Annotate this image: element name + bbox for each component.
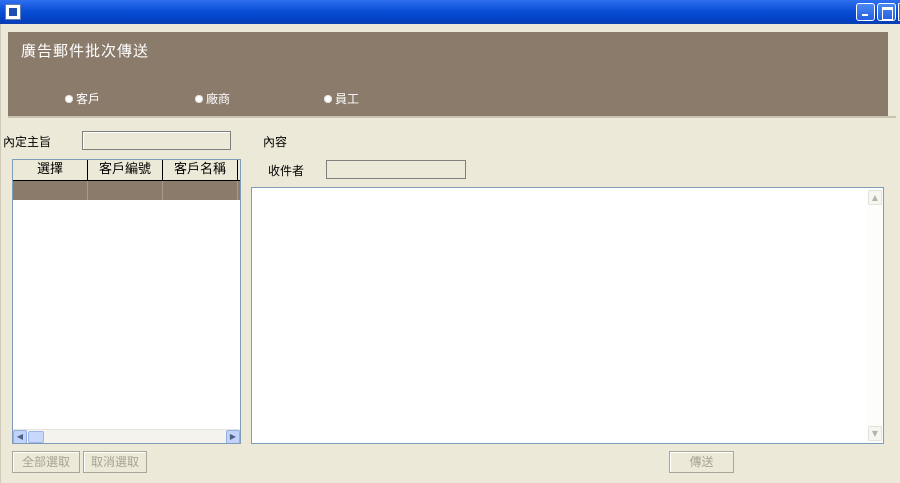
radio-vendor[interactable]: 廠商 (195, 90, 230, 107)
content-textarea[interactable] (251, 187, 884, 444)
cancel-selection-button[interactable]: 取消選取 (83, 451, 147, 473)
recipient-label: 收件者 (268, 164, 305, 178)
radio-customer[interactable]: 客戶 (65, 90, 100, 107)
table-row[interactable] (13, 181, 240, 200)
window-title-bar (0, 0, 900, 24)
page-title: 廣告郵件批次傳送 (21, 42, 150, 60)
radio-dot-icon[interactable] (195, 94, 203, 103)
customer-grid[interactable]: 選擇 客戶編號 客戶名稱 ◀ ▶ (12, 159, 241, 444)
radio-dot-icon[interactable] (324, 94, 332, 103)
table-cell[interactable] (13, 181, 88, 200)
content-label: 內容 (263, 135, 288, 149)
scrollbar-track[interactable]: ▲ ▼ (867, 188, 883, 443)
column-header-select[interactable]: 選擇 (13, 160, 88, 180)
radio-vendor-label: 廠商 (206, 92, 231, 106)
app-window-icon[interactable] (5, 4, 21, 20)
divider (8, 116, 896, 118)
scrollbar-thumb[interactable] (28, 431, 44, 443)
radio-employee[interactable]: 員工 (324, 90, 359, 107)
scroll-right-icon[interactable]: ▶ (226, 430, 240, 443)
send-button[interactable]: 傳送 (669, 451, 734, 473)
column-header-customer-name[interactable]: 客戶名稱 (163, 160, 238, 180)
subject-input[interactable] (82, 131, 231, 150)
table-cell[interactable] (88, 181, 163, 200)
vertical-scrollbar[interactable]: ▲ ▼ (867, 188, 883, 443)
horizontal-scrollbar[interactable]: ◀ ▶ (13, 429, 240, 443)
select-all-button[interactable]: 全部選取 (12, 451, 80, 473)
scroll-up-icon[interactable]: ▲ (868, 190, 882, 205)
subject-label: 內定主旨 (3, 135, 52, 149)
recipient-input[interactable] (326, 160, 466, 179)
scroll-down-icon[interactable]: ▼ (868, 426, 882, 441)
column-header-customer-id[interactable]: 客戶編號 (88, 160, 163, 180)
table-cell[interactable] (163, 181, 238, 200)
radio-employee-label: 員工 (335, 92, 360, 106)
maximize-icon[interactable] (877, 3, 896, 21)
header-banner: 廣告郵件批次傳送 客戶 廠商 員工 (8, 32, 888, 116)
scroll-left-icon[interactable]: ◀ (13, 430, 27, 443)
radio-customer-label: 客戶 (76, 92, 101, 106)
minimize-icon[interactable] (856, 3, 875, 21)
radio-dot-icon[interactable] (65, 94, 73, 103)
grid-header: 選擇 客戶編號 客戶名稱 (13, 160, 240, 181)
